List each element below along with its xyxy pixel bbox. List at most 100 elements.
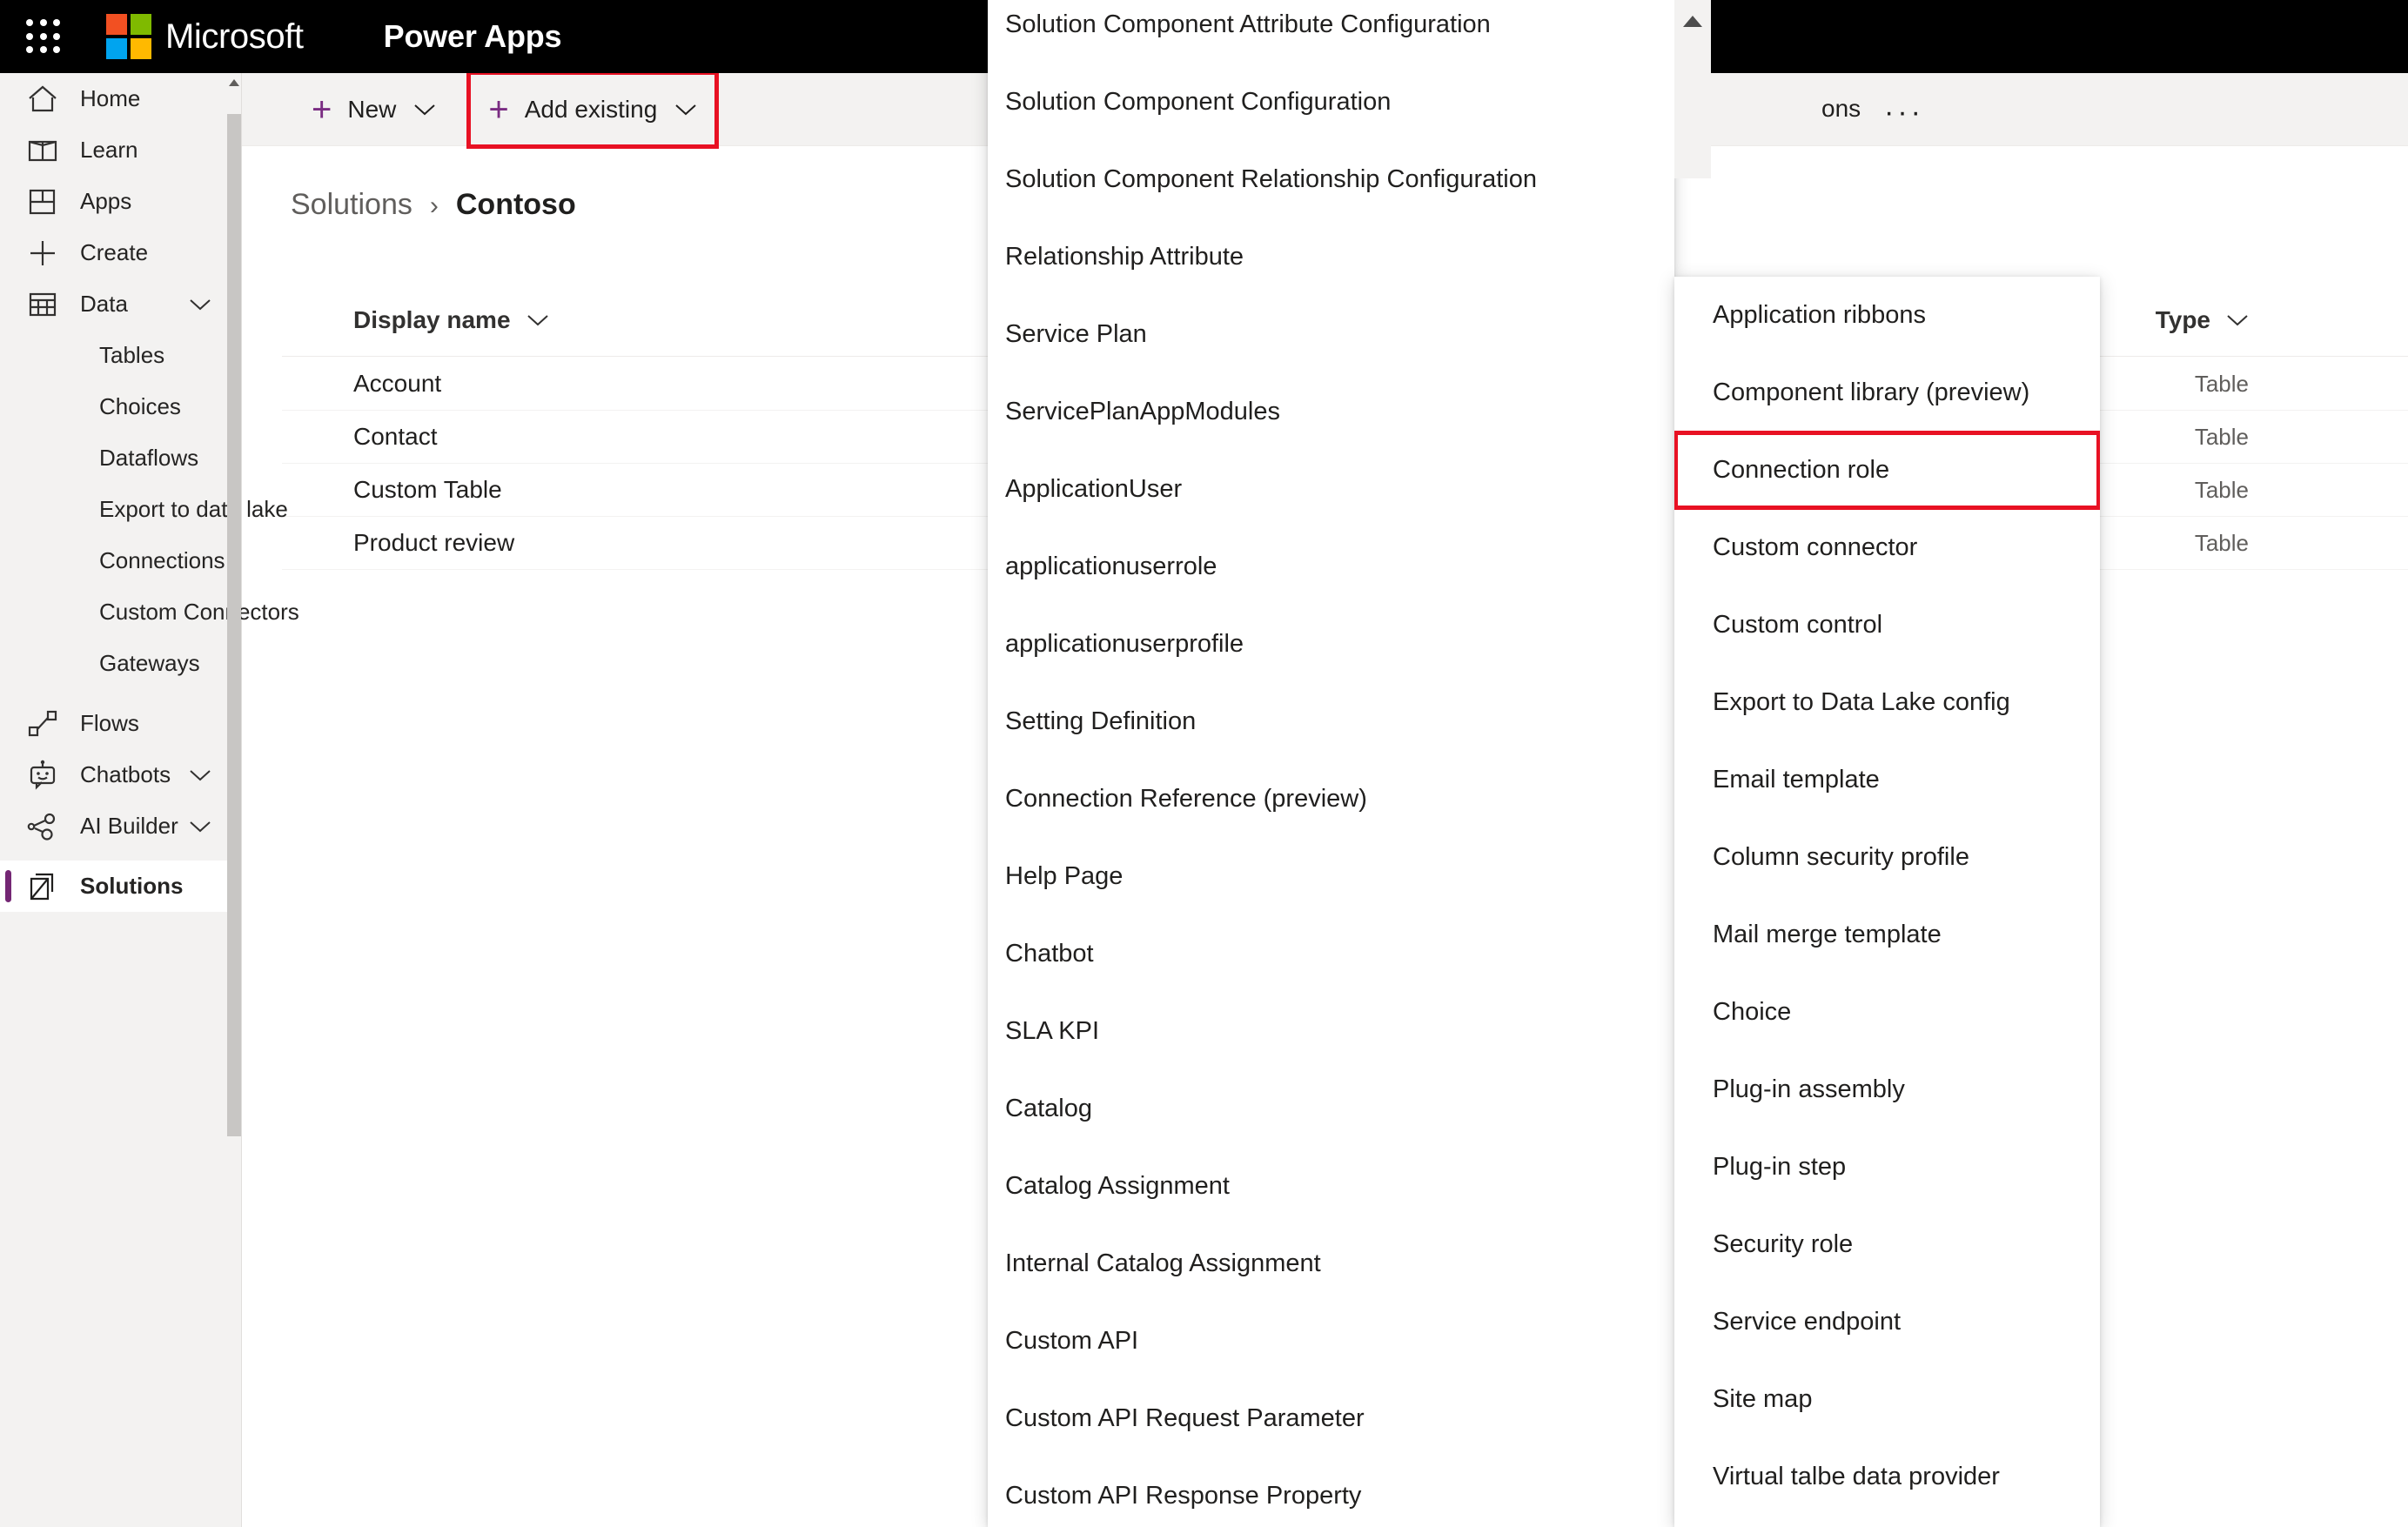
component-menu-item[interactable]: Plug-in assembly (1674, 1051, 2100, 1129)
component-menu-item[interactable]: Custom connector (1674, 509, 2100, 586)
sidebar-item-export-to-data-lake[interactable]: Export to data lake (0, 484, 288, 535)
column-header-display-name[interactable]: Display name (353, 306, 549, 334)
add-existing-entity-menu: Solution Component Attribute Configurati… (988, 0, 1674, 1527)
sidebar-item-solutions[interactable]: Solutions (0, 861, 241, 912)
entity-menu-item[interactable]: Setting Definition (988, 683, 1674, 760)
entity-menu-item[interactable]: Solution Component Attribute Configurati… (988, 0, 1674, 64)
add-existing-button[interactable]: + Add existing (466, 70, 720, 149)
entity-menu-item[interactable]: Custom API (988, 1303, 1674, 1380)
chevron-down-icon[interactable] (189, 761, 211, 788)
entity-menu-item[interactable]: Catalog (988, 1070, 1674, 1148)
entity-menu-item-label: Solution Component Attribute Configurati… (1005, 10, 1491, 38)
entity-menu-item[interactable]: Relationship Attribute (988, 218, 1674, 296)
entity-menu-item[interactable]: Chatbot (988, 915, 1674, 993)
component-menu-item-label: Virtual talbe data provider (1713, 1463, 2000, 1490)
cell-display-name: Account (353, 370, 442, 397)
component-menu-item-label: Custom control (1713, 611, 1883, 639)
component-menu-item[interactable]: Custom control (1674, 586, 2100, 664)
sidebar-item-data[interactable]: Data (0, 278, 241, 330)
ai-builder-icon (24, 808, 61, 845)
entity-menu-item-label: Catalog (1005, 1095, 1092, 1122)
entity-menu-item-label: Solution Component Configuration (1005, 88, 1392, 116)
entity-menu-item-label: SLA KPI (1005, 1017, 1100, 1045)
component-menu-item[interactable]: Choice (1674, 974, 2100, 1051)
sidebar-item-ai-builder[interactable]: AI Builder (0, 800, 241, 852)
entity-menu-scrollbar[interactable] (1674, 0, 1711, 178)
component-menu-item[interactable]: Email template (1674, 741, 2100, 819)
column-header-type-label: Type (2155, 305, 2210, 333)
sidebar-item-flows[interactable]: Flows (0, 698, 241, 749)
entity-menu-item-label: Service Plan (1005, 320, 1147, 348)
component-menu-item[interactable]: Column security profile (1674, 819, 2100, 896)
component-menu-list: Application ribbons Component library (pr… (1674, 277, 2100, 1516)
entity-menu-item[interactable]: applicationuserrole (988, 528, 1674, 606)
entity-menu-item[interactable]: Help Page (988, 838, 1674, 915)
sidebar-item-tables[interactable]: Tables (0, 330, 241, 381)
component-menu-item[interactable]: Security role (1674, 1206, 2100, 1283)
component-menu-item[interactable]: Export to Data Lake config (1674, 664, 2100, 741)
entity-menu-item-label: Custom API Request Parameter (1005, 1404, 1365, 1432)
sidebar-item-label: Flows (80, 710, 139, 736)
entity-menu-item[interactable]: Catalog Assignment (988, 1148, 1674, 1225)
new-button[interactable]: + New (292, 73, 455, 146)
entity-menu-item[interactable]: Solution Component Relationship Configur… (988, 141, 1674, 218)
sidebar-scrollbar[interactable] (227, 73, 241, 1527)
sidebar-item-chatbots[interactable]: Chatbots (0, 749, 241, 800)
sidebar-item-dataflows[interactable]: Dataflows (0, 432, 241, 484)
sidebar-item-gateways[interactable]: Gateways (0, 638, 241, 689)
sidebar-item-create[interactable]: Create (0, 227, 241, 278)
sidebar-item-apps[interactable]: Apps (0, 176, 241, 227)
sidebar-item-choices[interactable]: Choices (0, 381, 241, 432)
overflow-menu-icon[interactable]: ··· (1884, 96, 1924, 130)
nav-list: Home Learn Apps Create Data Tables Choices Data… (0, 73, 299, 912)
entity-menu-item[interactable]: Service Plan (988, 296, 1674, 373)
entity-menu-item[interactable]: Connection Reference (preview) (988, 760, 1674, 838)
breadcrumb-solutions-link[interactable]: Solutions (291, 188, 413, 222)
cell-type: Table (2194, 423, 2249, 450)
component-menu-item[interactable]: Service endpoint (1674, 1283, 2100, 1361)
entity-menu-item[interactable]: SLA KPI (988, 993, 1674, 1070)
component-menu-item[interactable]: Component library (preview) (1674, 354, 2100, 432)
component-menu-item-label: Site map (1713, 1385, 1813, 1413)
entity-menu-item[interactable]: Custom API Request Parameter (988, 1380, 1674, 1457)
chevron-down-icon[interactable] (189, 813, 211, 840)
app-title[interactable]: Power Apps (384, 18, 562, 55)
sidebar-scroll-up-icon[interactable] (228, 73, 240, 92)
sidebar-item-home[interactable]: Home (0, 73, 241, 124)
cell-display-name: Product review (353, 529, 515, 556)
breadcrumb: Solutions › Contoso (291, 188, 576, 222)
entity-menu-item[interactable]: applicationuserprofile (988, 606, 1674, 683)
cell-type: Table (2194, 529, 2249, 556)
entity-menu-item[interactable]: ServicePlanAppModules (988, 373, 1674, 451)
sidebar-item-label: Gateways (99, 650, 200, 676)
component-menu-item[interactable]: Virtual talbe data provider (1674, 1438, 2100, 1516)
chevron-down-icon (2226, 313, 2249, 327)
component-menu-item[interactable]: Application ribbons (1674, 277, 2100, 354)
sidebar-item-label: Data (80, 291, 128, 317)
app-launcher-icon[interactable] (19, 12, 68, 61)
sidebar-item-label: Choices (99, 393, 181, 419)
entity-menu-item[interactable]: Internal Catalog Assignment (988, 1225, 1674, 1303)
entity-menu-item[interactable]: ApplicationUser (988, 451, 1674, 528)
column-header-type[interactable]: Type (2156, 306, 2249, 334)
plus-icon: + (488, 90, 509, 129)
component-menu-item-label: Export to Data Lake config (1713, 688, 2010, 716)
component-menu-item[interactable]: Connection role (1674, 431, 2100, 510)
sidebar-item-learn[interactable]: Learn (0, 124, 241, 176)
entity-menu-item[interactable]: Solution Component Configuration (988, 64, 1674, 141)
component-menu-item-label: Connection role (1713, 456, 1890, 484)
chevron-down-icon[interactable] (189, 291, 211, 318)
component-menu-item[interactable]: Plug-in step (1674, 1129, 2100, 1206)
new-button-label: New (347, 95, 397, 123)
flow-icon (24, 706, 61, 742)
entity-menu-item-label: Catalog Assignment (1005, 1172, 1230, 1200)
sidebar-item-label: Export to data lake (99, 496, 288, 522)
sidebar-item-connections[interactable]: Connections (0, 535, 241, 586)
sidebar-item-label: Solutions (80, 873, 184, 899)
entity-menu-item[interactable]: Custom API Response Property (988, 1457, 1674, 1527)
component-menu-item[interactable]: Mail merge template (1674, 896, 2100, 974)
power-apps-window: Microsoft Power Apps Home Learn Apps Create… (0, 0, 2408, 1527)
sidebar-scroll-thumb[interactable] (227, 114, 241, 1136)
component-menu-item[interactable]: Site map (1674, 1361, 2100, 1438)
sidebar-item-custom-connectors[interactable]: Custom Connectors (0, 586, 299, 638)
